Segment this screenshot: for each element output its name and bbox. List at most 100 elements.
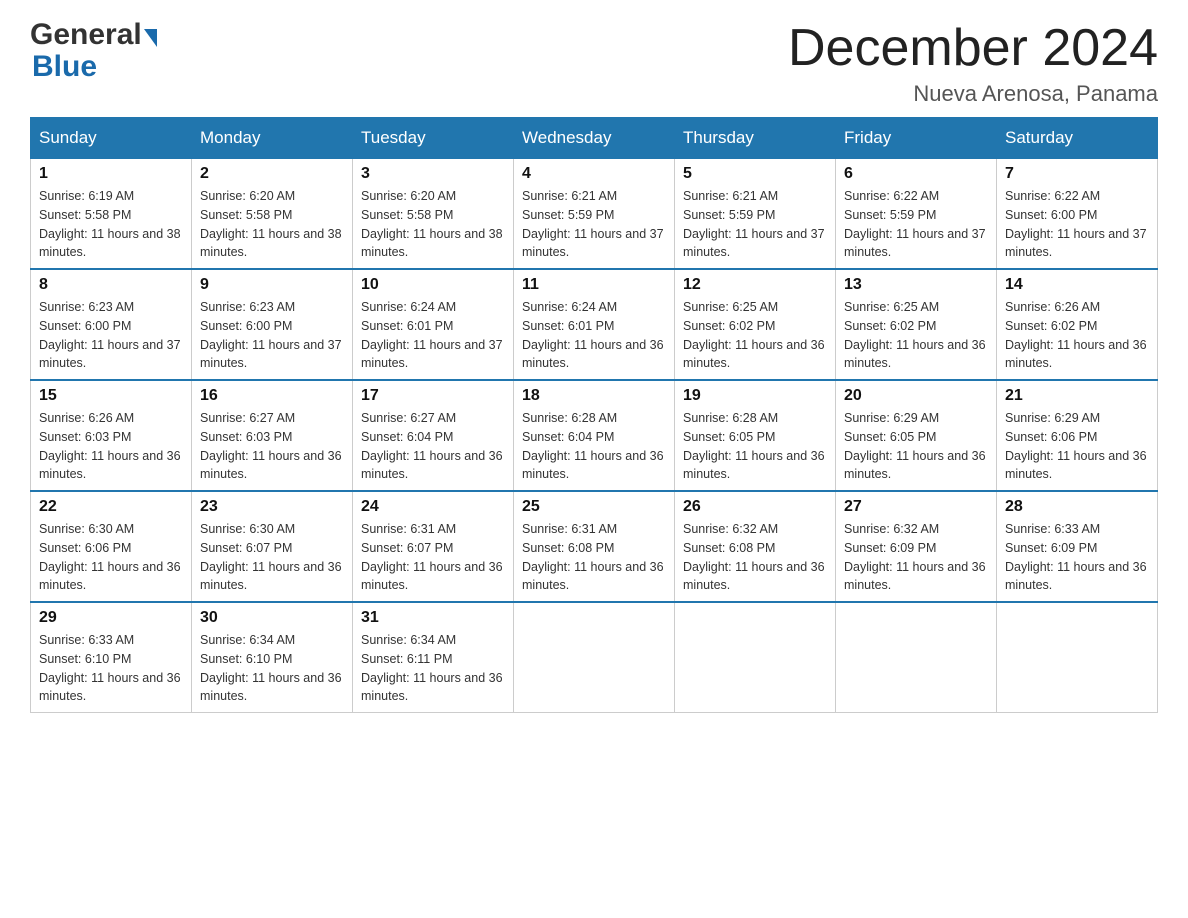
table-row: 1 Sunrise: 6:19 AMSunset: 5:58 PMDayligh…	[31, 159, 192, 270]
table-row: 17 Sunrise: 6:27 AMSunset: 6:04 PMDaylig…	[353, 380, 514, 491]
day-info: Sunrise: 6:29 AMSunset: 6:06 PMDaylight:…	[1005, 411, 1147, 481]
table-row: 6 Sunrise: 6:22 AMSunset: 5:59 PMDayligh…	[836, 159, 997, 270]
table-row: 9 Sunrise: 6:23 AMSunset: 6:00 PMDayligh…	[192, 269, 353, 380]
table-row: 23 Sunrise: 6:30 AMSunset: 6:07 PMDaylig…	[192, 491, 353, 602]
calendar-header-row: Sunday Monday Tuesday Wednesday Thursday…	[31, 118, 1158, 159]
calendar-week-row: 29 Sunrise: 6:33 AMSunset: 6:10 PMDaylig…	[31, 602, 1158, 713]
table-row: 30 Sunrise: 6:34 AMSunset: 6:10 PMDaylig…	[192, 602, 353, 713]
table-row: 3 Sunrise: 6:20 AMSunset: 5:58 PMDayligh…	[353, 159, 514, 270]
day-info: Sunrise: 6:24 AMSunset: 6:01 PMDaylight:…	[522, 300, 664, 370]
table-row: 27 Sunrise: 6:32 AMSunset: 6:09 PMDaylig…	[836, 491, 997, 602]
day-number: 2	[200, 165, 344, 183]
table-row	[675, 602, 836, 713]
logo-triangle-icon	[144, 29, 157, 47]
day-number: 10	[361, 276, 505, 294]
day-info: Sunrise: 6:20 AMSunset: 5:58 PMDaylight:…	[200, 189, 342, 259]
day-info: Sunrise: 6:25 AMSunset: 6:02 PMDaylight:…	[683, 300, 825, 370]
col-thursday: Thursday	[675, 118, 836, 159]
table-row: 29 Sunrise: 6:33 AMSunset: 6:10 PMDaylig…	[31, 602, 192, 713]
month-title: December 2024	[788, 20, 1158, 77]
day-number: 23	[200, 498, 344, 516]
col-saturday: Saturday	[997, 118, 1158, 159]
day-number: 17	[361, 387, 505, 405]
table-row: 19 Sunrise: 6:28 AMSunset: 6:05 PMDaylig…	[675, 380, 836, 491]
day-info: Sunrise: 6:21 AMSunset: 5:59 PMDaylight:…	[522, 189, 664, 259]
table-row: 31 Sunrise: 6:34 AMSunset: 6:11 PMDaylig…	[353, 602, 514, 713]
day-info: Sunrise: 6:22 AMSunset: 5:59 PMDaylight:…	[844, 189, 986, 259]
table-row: 7 Sunrise: 6:22 AMSunset: 6:00 PMDayligh…	[997, 159, 1158, 270]
day-number: 18	[522, 387, 666, 405]
day-number: 16	[200, 387, 344, 405]
day-number: 21	[1005, 387, 1149, 405]
day-number: 6	[844, 165, 988, 183]
day-number: 30	[200, 609, 344, 627]
table-row: 21 Sunrise: 6:29 AMSunset: 6:06 PMDaylig…	[997, 380, 1158, 491]
page-header: General Blue December 2024 Nueva Arenosa…	[30, 20, 1158, 107]
day-info: Sunrise: 6:31 AMSunset: 6:08 PMDaylight:…	[522, 522, 664, 592]
table-row: 14 Sunrise: 6:26 AMSunset: 6:02 PMDaylig…	[997, 269, 1158, 380]
day-number: 24	[361, 498, 505, 516]
day-number: 20	[844, 387, 988, 405]
logo-general-text: General	[30, 20, 157, 50]
table-row: 4 Sunrise: 6:21 AMSunset: 5:59 PMDayligh…	[514, 159, 675, 270]
day-number: 1	[39, 165, 183, 183]
table-row: 26 Sunrise: 6:32 AMSunset: 6:08 PMDaylig…	[675, 491, 836, 602]
col-friday: Friday	[836, 118, 997, 159]
table-row: 5 Sunrise: 6:21 AMSunset: 5:59 PMDayligh…	[675, 159, 836, 270]
table-row	[514, 602, 675, 713]
day-number: 13	[844, 276, 988, 294]
table-row: 20 Sunrise: 6:29 AMSunset: 6:05 PMDaylig…	[836, 380, 997, 491]
day-info: Sunrise: 6:27 AMSunset: 6:03 PMDaylight:…	[200, 411, 342, 481]
col-monday: Monday	[192, 118, 353, 159]
day-info: Sunrise: 6:23 AMSunset: 6:00 PMDaylight:…	[200, 300, 342, 370]
day-number: 12	[683, 276, 827, 294]
day-info: Sunrise: 6:26 AMSunset: 6:03 PMDaylight:…	[39, 411, 181, 481]
title-section: December 2024 Nueva Arenosa, Panama	[788, 20, 1158, 107]
day-info: Sunrise: 6:24 AMSunset: 6:01 PMDaylight:…	[361, 300, 503, 370]
day-number: 3	[361, 165, 505, 183]
day-info: Sunrise: 6:21 AMSunset: 5:59 PMDaylight:…	[683, 189, 825, 259]
day-info: Sunrise: 6:28 AMSunset: 6:05 PMDaylight:…	[683, 411, 825, 481]
day-info: Sunrise: 6:26 AMSunset: 6:02 PMDaylight:…	[1005, 300, 1147, 370]
day-info: Sunrise: 6:19 AMSunset: 5:58 PMDaylight:…	[39, 189, 181, 259]
day-info: Sunrise: 6:32 AMSunset: 6:08 PMDaylight:…	[683, 522, 825, 592]
day-info: Sunrise: 6:31 AMSunset: 6:07 PMDaylight:…	[361, 522, 503, 592]
table-row: 13 Sunrise: 6:25 AMSunset: 6:02 PMDaylig…	[836, 269, 997, 380]
location-subtitle: Nueva Arenosa, Panama	[788, 81, 1158, 107]
calendar-week-row: 1 Sunrise: 6:19 AMSunset: 5:58 PMDayligh…	[31, 159, 1158, 270]
day-number: 5	[683, 165, 827, 183]
day-number: 27	[844, 498, 988, 516]
table-row: 16 Sunrise: 6:27 AMSunset: 6:03 PMDaylig…	[192, 380, 353, 491]
table-row: 8 Sunrise: 6:23 AMSunset: 6:00 PMDayligh…	[31, 269, 192, 380]
day-info: Sunrise: 6:32 AMSunset: 6:09 PMDaylight:…	[844, 522, 986, 592]
day-number: 8	[39, 276, 183, 294]
day-number: 22	[39, 498, 183, 516]
day-number: 26	[683, 498, 827, 516]
day-number: 4	[522, 165, 666, 183]
day-info: Sunrise: 6:27 AMSunset: 6:04 PMDaylight:…	[361, 411, 503, 481]
table-row: 15 Sunrise: 6:26 AMSunset: 6:03 PMDaylig…	[31, 380, 192, 491]
day-info: Sunrise: 6:28 AMSunset: 6:04 PMDaylight:…	[522, 411, 664, 481]
calendar-table: Sunday Monday Tuesday Wednesday Thursday…	[30, 117, 1158, 713]
table-row: 18 Sunrise: 6:28 AMSunset: 6:04 PMDaylig…	[514, 380, 675, 491]
table-row: 2 Sunrise: 6:20 AMSunset: 5:58 PMDayligh…	[192, 159, 353, 270]
table-row: 28 Sunrise: 6:33 AMSunset: 6:09 PMDaylig…	[997, 491, 1158, 602]
day-info: Sunrise: 6:34 AMSunset: 6:11 PMDaylight:…	[361, 633, 503, 703]
table-row: 10 Sunrise: 6:24 AMSunset: 6:01 PMDaylig…	[353, 269, 514, 380]
table-row: 25 Sunrise: 6:31 AMSunset: 6:08 PMDaylig…	[514, 491, 675, 602]
col-sunday: Sunday	[31, 118, 192, 159]
calendar-week-row: 22 Sunrise: 6:30 AMSunset: 6:06 PMDaylig…	[31, 491, 1158, 602]
calendar-week-row: 8 Sunrise: 6:23 AMSunset: 6:00 PMDayligh…	[31, 269, 1158, 380]
table-row	[836, 602, 997, 713]
day-number: 29	[39, 609, 183, 627]
logo: General Blue	[30, 20, 157, 83]
table-row	[997, 602, 1158, 713]
day-info: Sunrise: 6:23 AMSunset: 6:00 PMDaylight:…	[39, 300, 181, 370]
day-number: 9	[200, 276, 344, 294]
calendar-week-row: 15 Sunrise: 6:26 AMSunset: 6:03 PMDaylig…	[31, 380, 1158, 491]
day-number: 25	[522, 498, 666, 516]
day-info: Sunrise: 6:20 AMSunset: 5:58 PMDaylight:…	[361, 189, 503, 259]
day-info: Sunrise: 6:34 AMSunset: 6:10 PMDaylight:…	[200, 633, 342, 703]
day-number: 31	[361, 609, 505, 627]
logo-blue-text: Blue	[32, 50, 97, 83]
